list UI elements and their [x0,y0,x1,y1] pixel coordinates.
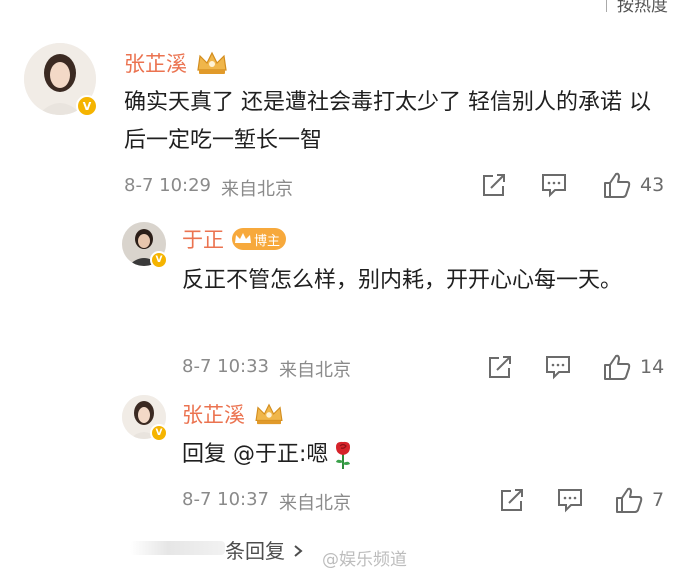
verified-badge-icon: V [150,424,168,442]
comment-meta: 8-7 10:37 来自北京 [182,489,351,515]
username[interactable]: 张芷溪 [124,48,229,78]
like-button[interactable]: 14 [602,353,664,381]
comment-text: 回复 @于正:嗯 [182,436,642,474]
share-icon[interactable] [480,171,508,199]
blogger-tag-text: 博主 [254,233,281,249]
sort-by-hot-button[interactable]: 按热度 [617,0,668,16]
comment-actions: 43 [480,171,664,199]
comment-icon[interactable] [540,171,568,199]
verified-badge-icon: V [76,95,98,117]
timestamp: 8-7 10:29 [124,175,211,196]
comment-meta: 8-7 10:33 来自北京 [182,356,351,382]
like-count: 14 [640,356,665,378]
comment-actions: 14 [486,353,664,381]
view-replies-label[interactable]: 条回复 [225,539,285,563]
location: 来自北京 [221,179,293,200]
comment-icon[interactable] [556,486,584,514]
username-text[interactable]: 张芷溪 [124,48,187,78]
watermark: @娱乐频道 [322,550,407,570]
username[interactable]: 于正 博主 [182,224,287,254]
sort-bar: 按热度 [606,0,668,16]
comment-icon[interactable] [544,353,572,381]
like-button[interactable]: 43 [602,171,664,199]
comment-meta: 8-7 10:29 来自北京 [124,175,293,201]
comment-text: 反正不管怎么样，别内耗，开开心心每一天。 [182,268,623,293]
username[interactable]: 张芷溪 [182,399,285,429]
share-icon[interactable] [498,486,526,514]
location: 来自北京 [279,360,351,381]
comment-text: 确实天真了 还是遭社会毒打太少了 轻信别人的承诺 以后一定吃一堑长一智 [124,90,651,153]
timestamp: 8-7 10:37 [182,489,269,510]
crown-icon [255,403,283,425]
timestamp: 8-7 10:33 [182,356,269,377]
view-replies-link[interactable]: 条回复 [225,535,305,564]
like-count: 43 [640,174,665,196]
crown-icon [235,233,251,243]
comment-actions: 7 [498,486,664,514]
rose-emoji [336,441,351,469]
like-count: 7 [652,489,665,511]
location: 来自北京 [279,493,351,514]
like-icon[interactable] [602,171,632,199]
chevron-right-icon[interactable] [291,544,305,558]
verified-badge-icon: V [150,251,168,269]
divider [606,0,607,12]
share-icon[interactable] [486,353,514,381]
username-text[interactable]: 张芷溪 [182,399,245,429]
crown-icon [197,51,227,74]
blurred-reply-count [130,541,225,555]
username-text[interactable]: 于正 [182,224,224,254]
like-button[interactable]: 7 [614,486,664,514]
like-icon[interactable] [602,353,632,381]
comment-text-body: 回复 @于正:嗯 [182,442,329,467]
blogger-badge: 博主 [232,228,287,250]
like-icon[interactable] [614,486,644,514]
